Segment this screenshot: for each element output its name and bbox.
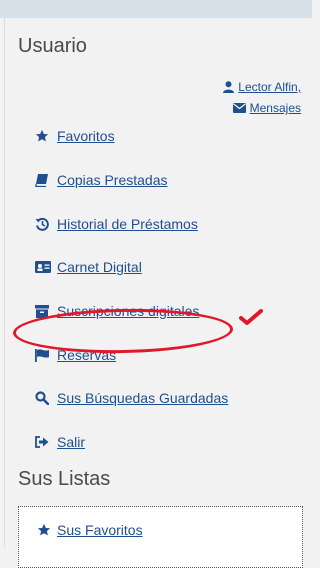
messages-label: Mensajes — [249, 101, 301, 115]
list-item-label: Sus Favoritos — [57, 522, 143, 538]
lists-section-heading: Sus Listas — [18, 468, 111, 490]
checkmark-icon — [239, 309, 263, 325]
menu-item-historial[interactable]: Historial de Préstamos — [35, 216, 198, 232]
top-bar — [0, 0, 312, 18]
menu-item-label: Favoritos — [57, 128, 115, 144]
menu-item-busquedas-guardadas[interactable]: Sus Búsquedas Guardadas — [35, 390, 228, 406]
id-card-icon — [35, 259, 53, 275]
lists-box: Sus Favoritos — [18, 506, 303, 568]
messages-link[interactable]: Mensajes — [223, 99, 301, 117]
menu-item-label: Copias Prestadas — [57, 172, 168, 188]
menu-item-salir[interactable]: Salir — [35, 434, 85, 450]
user-name-label: Lector Alfin, — [238, 80, 301, 94]
book-icon — [35, 172, 53, 188]
menu-item-label: Salir — [57, 434, 86, 450]
menu-item-copias-prestadas[interactable]: Copias Prestadas — [35, 172, 168, 188]
user-icon — [223, 81, 235, 93]
menu-item-label: Sus Búsquedas Guardadas — [57, 390, 229, 406]
menu-item-carnet-digital[interactable]: Carnet Digital — [35, 259, 142, 275]
list-item-sus-favoritos[interactable]: Sus Favoritos — [37, 522, 143, 538]
history-icon — [35, 216, 53, 232]
flag-icon — [35, 347, 53, 363]
menu-item-label: Carnet Digital — [57, 259, 142, 275]
user-panel: Usuario Lector Alfin, Mensajes Favoritos — [4, 18, 313, 568]
star-icon — [37, 523, 51, 537]
search-icon — [35, 390, 53, 406]
user-section-heading: Usuario — [18, 35, 87, 57]
envelope-icon — [232, 103, 246, 113]
user-links: Lector Alfin, Mensajes — [223, 78, 301, 120]
menu-item-favoritos[interactable]: Favoritos — [35, 128, 115, 144]
star-icon — [35, 128, 53, 144]
sign-out-icon — [35, 434, 53, 450]
user-name-link[interactable]: Lector Alfin, — [223, 78, 301, 96]
menu-item-label: Historial de Préstamos — [57, 216, 198, 232]
